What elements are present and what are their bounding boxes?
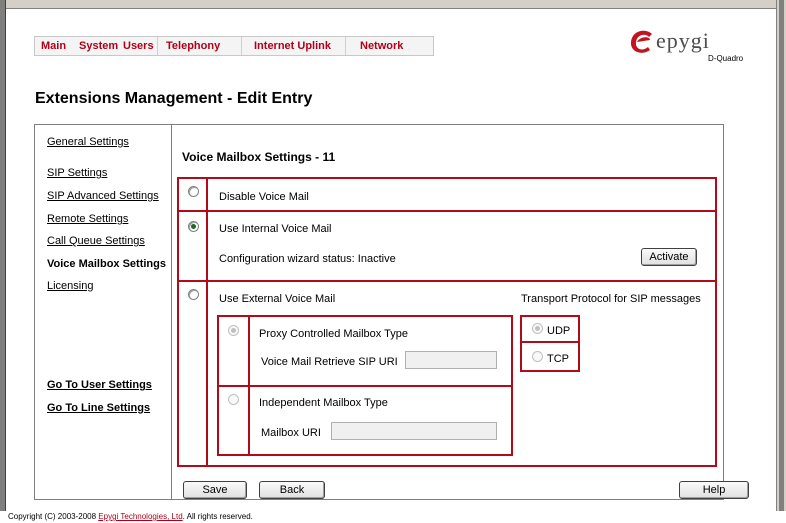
top-menu: Main System Users Telephony Internet Upl… [34,36,434,56]
window-top-border [0,0,786,9]
go-to-user-settings-link[interactable]: Go To User Settings [47,379,152,391]
epygi-link[interactable]: Epygi Technologies, Ltd [98,512,182,521]
help-button-label: Help [702,484,726,496]
sidebar-item-licensing[interactable]: Licensing [47,280,93,292]
window-left-border [0,0,6,511]
udp-label: UDP [547,325,571,337]
tcp-label: TCP [547,353,569,365]
sidebar: General Settings SIP Settings SIP Advanc… [35,125,172,499]
page-title: Extensions Management - Edit Entry [35,90,313,107]
save-button-label: Save [202,484,228,496]
internal-voicemail-radio[interactable] [188,221,199,232]
internal-voicemail-label: Use Internal Voice Mail [219,223,332,235]
tcp-radio[interactable] [532,351,543,362]
back-button[interactable]: Back [259,481,325,499]
sidebar-item-call-queue-settings[interactable]: Call Queue Settings [47,235,145,247]
external-voicemail-label: Use External Voice Mail [219,293,336,305]
retrieve-sip-uri-label: Voice Mail Retrieve SIP URI [261,356,398,368]
independent-mailbox-box [217,385,513,456]
help-button[interactable]: Help [679,481,749,499]
epygi-logo: epygi D-Quadro [628,28,748,64]
sidebar-item-sip-settings[interactable]: SIP Settings [47,167,107,179]
independent-mailbox-label: Independent Mailbox Type [259,397,388,409]
copyright-prefix: Copyright (C) 2003-2008 [8,512,99,521]
retrieve-sip-uri-input[interactable] [405,351,497,369]
menu-network[interactable]: Network [345,37,433,55]
menu-users[interactable]: Users [117,37,157,55]
disable-voicemail-radio[interactable] [188,186,199,197]
disable-voicemail-label: Disable Voice Mail [219,191,309,203]
menu-system[interactable]: System [73,37,118,55]
external-voicemail-radio-cell [177,280,208,467]
menu-telephony[interactable]: Telephony [157,37,241,55]
mailbox-uri-label: Mailbox URI [261,427,321,439]
activate-button-label: Activate [649,251,689,263]
mailbox-uri-input[interactable] [331,422,497,440]
proxy-mailbox-label: Proxy Controlled Mailbox Type [259,328,408,340]
copyright-suffix: . All rights reserved. [182,512,253,521]
window-scrollbar[interactable] [776,0,786,511]
transport-protocol-title: Transport Protocol for SIP messages [521,293,701,305]
back-button-label: Back [279,484,305,496]
save-button[interactable]: Save [183,481,247,499]
epygi-swoosh-icon [630,30,652,53]
menu-main[interactable]: Main [35,37,73,55]
sidebar-item-general-settings[interactable]: General Settings [47,136,129,148]
external-voicemail-radio[interactable] [188,289,199,300]
menu-internet-uplink[interactable]: Internet Uplink [241,37,345,55]
activate-button[interactable]: Activate [641,248,697,266]
sidebar-item-sip-advanced-settings[interactable]: SIP Advanced Settings [47,190,159,202]
internal-voicemail-row [177,210,717,282]
proxy-mailbox-radio[interactable] [228,325,239,336]
sidebar-item-remote-settings[interactable]: Remote Settings [47,213,128,225]
copyright-footer: Copyright (C) 2003-2008 Epygi Technologi… [8,512,253,521]
udp-radio[interactable] [532,323,543,334]
wizard-status-text: Configuration wizard status: Inactive [219,253,396,265]
sidebar-item-voice-mailbox-settings[interactable]: Voice Mailbox Settings [47,258,166,270]
section-title: Voice Mailbox Settings - 11 [182,150,336,164]
go-to-line-settings-link[interactable]: Go To Line Settings [47,402,150,414]
independent-mailbox-radio[interactable] [228,394,239,405]
logo-model: D-Quadro [708,54,744,63]
logo-text: epygi [656,28,710,53]
main-panel: General Settings SIP Settings SIP Advanc… [34,124,749,500]
